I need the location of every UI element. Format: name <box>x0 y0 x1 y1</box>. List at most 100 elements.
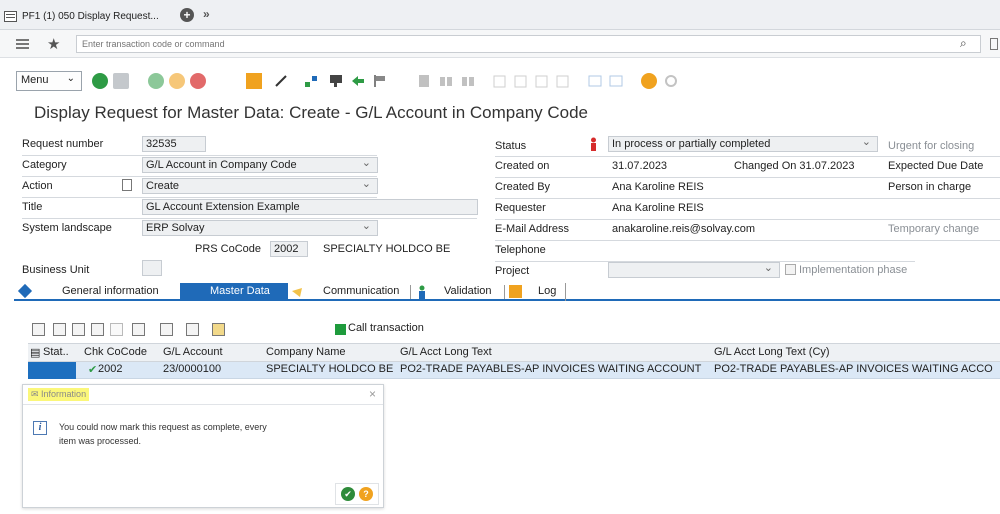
validation-person-icon <box>418 285 426 299</box>
print-icon[interactable] <box>416 73 432 89</box>
exit-icon[interactable] <box>169 73 185 89</box>
menu-button[interactable]: Menu <box>16 71 82 91</box>
divider <box>495 177 1000 178</box>
temporary-change-label: Temporary change <box>888 223 980 235</box>
settings-gear-icon[interactable] <box>663 73 679 89</box>
tab-general-information[interactable]: General information <box>14 283 179 301</box>
back-icon[interactable] <box>148 73 164 89</box>
tab-label: Validation <box>444 285 492 297</box>
column-header[interactable]: G/L Acct Long Text <box>400 346 492 358</box>
system-landscape-label: System landscape <box>22 222 112 234</box>
expected-due-date-label: Expected Due Date <box>888 160 984 172</box>
close-icon[interactable]: × <box>369 387 376 401</box>
created-by-value: Ana Karoline REIS <box>612 181 704 193</box>
comment-icon[interactable] <box>328 73 344 89</box>
favorites-star-icon[interactable]: ★ <box>47 35 60 53</box>
find-next-icon[interactable] <box>110 323 123 336</box>
sort-ascending-icon[interactable] <box>53 323 66 336</box>
column-header[interactable]: Chk CoCode <box>84 346 147 358</box>
save-icon[interactable] <box>113 73 129 89</box>
divider <box>495 240 1000 241</box>
panel-toggle-icon[interactable] <box>990 38 998 50</box>
column-header[interactable]: G/L Account <box>163 346 223 358</box>
cell-cocode: 2002 <box>98 363 123 375</box>
status-dropdown[interactable]: In process or partially completed <box>608 136 878 152</box>
shortcut-icon[interactable] <box>608 73 624 89</box>
sort-descending-icon[interactable] <box>72 323 85 336</box>
window-tab-title: PF1 (1) 050 Display Request... <box>22 10 159 22</box>
create-session-icon[interactable] <box>587 73 603 89</box>
call-transaction-icon <box>335 324 346 335</box>
cell-long-text-cy: PO2-TRADE PAYABLES-AP INVOICES WAITING A… <box>714 363 993 375</box>
arrow-left-icon[interactable] <box>350 73 366 89</box>
implementation-phase-checkbox[interactable] <box>785 264 796 275</box>
find-next-icon[interactable] <box>460 73 476 89</box>
last-page-icon[interactable] <box>555 73 571 89</box>
display-change-icon[interactable] <box>246 73 262 89</box>
enter-check-icon[interactable] <box>92 73 108 89</box>
ok-check-button[interactable]: ✔ <box>341 487 355 501</box>
table-row[interactable]: ✔ 2002 23/0000100 SPECIALTY HOLDCO BE PO… <box>28 362 1000 379</box>
layout-icon[interactable] <box>212 323 225 336</box>
person-in-charge-label: Person in charge <box>888 181 972 193</box>
call-transaction-button[interactable]: Call transaction <box>348 322 424 334</box>
details-icon[interactable] <box>32 323 45 336</box>
project-dropdown[interactable] <box>608 262 780 278</box>
previous-page-icon[interactable] <box>513 73 529 89</box>
table-header: ▤ Stat.. Chk CoCode G/L Account Company … <box>28 343 1000 362</box>
category-dropdown[interactable]: G/L Account in Company Code <box>142 157 378 173</box>
print-preview-icon[interactable] <box>160 323 173 336</box>
edit-pencil-icon[interactable] <box>273 73 289 89</box>
tree-structure-icon[interactable] <box>303 73 319 89</box>
action-dropdown[interactable]: Create <box>142 178 378 194</box>
help-icon[interactable] <box>641 73 657 89</box>
transaction-command-input[interactable] <box>76 35 981 53</box>
tab-communication[interactable]: Communication <box>319 283 409 301</box>
column-header[interactable]: Company Name <box>266 346 345 358</box>
export-icon[interactable] <box>186 323 199 336</box>
row-selector[interactable] <box>28 362 76 379</box>
hamburger-icon[interactable] <box>16 39 29 49</box>
next-page-icon[interactable] <box>534 73 550 89</box>
request-number-label: Request number <box>22 138 104 150</box>
more-tabs-icon[interactable]: » <box>203 7 210 21</box>
search-icon[interactable]: ⌕ <box>960 36 967 51</box>
window-tab-strip: PF1 (1) 050 Display Request... + » <box>0 0 1000 30</box>
tab-log[interactable]: Log <box>524 283 566 301</box>
first-page-icon[interactable] <box>492 73 508 89</box>
divider <box>22 155 377 156</box>
tab-separator <box>410 285 411 299</box>
requester-value: Ana Karoline REIS <box>612 202 704 214</box>
find-icon[interactable] <box>438 73 454 89</box>
business-unit-field[interactable] <box>142 260 162 276</box>
new-tab-icon[interactable]: + <box>180 8 194 22</box>
window-tab[interactable]: PF1 (1) 050 Display Request... <box>4 6 159 26</box>
help-button[interactable]: ? <box>359 487 373 501</box>
info-title-icon: ✉ <box>31 389 42 399</box>
column-header[interactable]: G/L Acct Long Text (Cy) <box>714 346 830 358</box>
changed-on-value: Changed On 31.07.2023 <box>734 160 855 172</box>
system-landscape-dropdown[interactable]: ERP Solvay <box>142 220 378 236</box>
prs-cocode-name: SPECIALTY HOLDCO BE <box>323 243 451 255</box>
business-unit-label: Business Unit <box>22 264 90 276</box>
request-number-field[interactable]: 32535 <box>142 136 206 152</box>
prs-cocode-field[interactable]: 2002 <box>270 241 308 257</box>
tab-validation[interactable]: Validation <box>432 283 504 301</box>
find-icon[interactable] <box>91 323 104 336</box>
tab-master-data[interactable]: Master Data <box>180 283 288 301</box>
filter-icon[interactable] <box>132 323 145 336</box>
dialog-header: ✉ Information × <box>23 385 383 405</box>
divider <box>22 176 377 177</box>
select-all-icon[interactable]: ▤ <box>30 346 40 359</box>
title-field[interactable]: GL Account Extension Example <box>142 199 478 215</box>
information-dialog: ✉ Information × i You could now mark thi… <box>22 384 384 508</box>
dialog-message: You could now mark this request as compl… <box>59 422 267 446</box>
document-icon <box>122 179 132 191</box>
flag-icon[interactable] <box>372 73 388 89</box>
column-header[interactable]: Stat.. <box>43 346 69 358</box>
implementation-phase-label: Implementation phase <box>799 264 908 276</box>
cell-long-text: PO2-TRADE PAYABLES-AP INVOICES WAITING A… <box>400 363 702 375</box>
dialog-title-text: Information <box>41 389 87 399</box>
cancel-icon[interactable] <box>190 73 206 89</box>
tab-label: General information <box>62 285 159 297</box>
